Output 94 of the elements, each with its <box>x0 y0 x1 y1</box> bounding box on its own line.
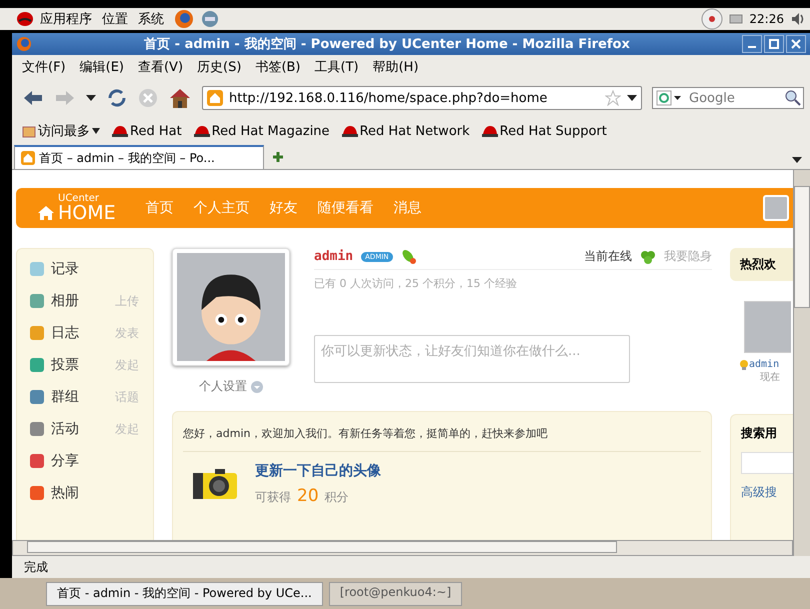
hat-icon[interactable] <box>16 11 34 27</box>
back-icon[interactable] <box>22 89 44 107</box>
panel-menu[interactable]: 系统 <box>138 10 164 28</box>
menu-item[interactable]: 查看(V) <box>138 58 184 76</box>
browser-tab[interactable]: 首页 – admin – 我的空间 – Po... <box>14 145 264 169</box>
leaf-icon <box>400 248 417 264</box>
reload-icon[interactable] <box>106 87 128 109</box>
hat-icon <box>482 124 498 138</box>
minimize-button[interactable] <box>742 35 762 53</box>
bookmark[interactable]: Red Hat Magazine <box>194 124 330 138</box>
user-search-field[interactable] <box>741 452 793 474</box>
app-icon[interactable] <box>29 325 45 341</box>
reward-label: 可获得 <box>255 489 291 506</box>
sidebar-link[interactable]: 相册 <box>51 292 109 310</box>
app-icon[interactable] <box>29 293 45 309</box>
maximize-icon <box>769 39 779 49</box>
status-field[interactable]: 你可以更新状态，让好友们知道你在做什么... <box>314 335 630 383</box>
taskbar-item[interactable]: [root@penkuo4:~] <box>328 582 462 606</box>
house-icon <box>38 206 54 220</box>
reward-unit: 积分 <box>324 489 349 506</box>
app-icon[interactable] <box>29 357 45 373</box>
dropdown-icon[interactable] <box>792 157 802 163</box>
sidebar-link[interactable]: 分享 <box>51 452 109 470</box>
close-button[interactable] <box>786 35 806 53</box>
settings-link[interactable]: 个人设置 <box>199 378 263 395</box>
user-link[interactable]: admin <box>749 359 780 370</box>
app-icon[interactable] <box>29 389 45 405</box>
menu-item[interactable]: 文件(F) <box>22 58 66 76</box>
caret-icon <box>92 128 100 134</box>
caret-icon <box>251 380 263 392</box>
sidebar-link[interactable]: 日志 <box>51 324 109 342</box>
home-icon[interactable] <box>168 87 192 109</box>
sidebar-link[interactable]: 记录 <box>51 260 109 278</box>
clover-icon <box>640 248 656 264</box>
status-text: 完成 <box>24 558 48 576</box>
search-engine-icon[interactable] <box>656 90 682 106</box>
clock[interactable]: 22:26 <box>749 12 784 26</box>
greeting-text: 您好，admin，欢迎加入我们。有新任务等着您，挺简单的，赶快来参加吧 <box>183 426 701 452</box>
panel-title: 搜索用 <box>741 425 778 442</box>
menu-item[interactable]: 书签(B) <box>255 58 300 76</box>
profile-stats: 已有 0 人次访问，25 个积分，15 个经验 <box>314 276 518 291</box>
panel-menu[interactable]: 位置 <box>102 10 128 28</box>
user-name[interactable]: admin <box>314 249 354 264</box>
taskbar-item[interactable]: 首页 - admin - 我的空间 - Powered by UCe... <box>46 582 323 606</box>
app-icon[interactable] <box>29 485 45 501</box>
horizontal-scrollbar[interactable] <box>12 540 793 556</box>
bookmark[interactable]: Red Hat <box>112 124 182 138</box>
sidebar-link[interactable]: 群组 <box>51 388 109 406</box>
menu-item[interactable]: 历史(S) <box>197 58 242 76</box>
disc-icon[interactable] <box>701 8 724 30</box>
sidebar-link[interactable]: 活动 <box>51 420 109 438</box>
avatar-thumbnail[interactable] <box>744 301 791 353</box>
sidebar-link[interactable]: 投票 <box>51 356 109 374</box>
task-link[interactable]: 更新一下自己的头像 <box>255 462 381 480</box>
star-icon[interactable] <box>605 90 621 106</box>
network-icon[interactable] <box>200 9 220 29</box>
online-status: 当前在线 <box>584 248 632 265</box>
menu-item[interactable]: 帮助(H) <box>372 58 419 76</box>
dropdown-icon[interactable] <box>627 95 637 101</box>
advanced-search-link[interactable]: 高级搜 <box>741 484 793 501</box>
search-icon[interactable] <box>785 90 801 106</box>
close-icon <box>791 39 801 49</box>
plus-icon[interactable] <box>272 151 284 163</box>
sidebar-link[interactable]: 热闹 <box>51 484 109 502</box>
dropdown-icon[interactable] <box>86 95 96 101</box>
home-icon <box>207 90 223 106</box>
app-icon[interactable] <box>29 453 45 469</box>
window-title: 首页 - admin - 我的空间 - Powered by UCenter Home - Mozilla Firefox <box>143 36 631 53</box>
globe-icon[interactable] <box>174 9 194 29</box>
speaker-icon[interactable] <box>790 11 806 27</box>
reward-value: 20 <box>297 486 319 506</box>
minimize-icon <box>748 46 756 48</box>
menu-item[interactable]: 工具(T) <box>314 58 359 76</box>
url-field[interactable]: http://192.168.0.116/home/space.php?do=home <box>202 86 642 110</box>
hat-icon <box>112 124 128 138</box>
bookmark[interactable]: Red Hat Network <box>342 124 470 138</box>
bookmark[interactable]: 访问最多 <box>22 122 100 140</box>
bulb-icon <box>740 360 748 370</box>
maximize-button[interactable] <box>764 35 784 53</box>
vertical-scrollbar[interactable] <box>793 170 810 556</box>
menu-item[interactable]: 编辑(E) <box>80 58 124 76</box>
globe-icon <box>16 36 32 52</box>
logo-subtitle: UCenter <box>57 194 100 204</box>
hat-icon <box>194 124 210 138</box>
home-icon <box>21 151 35 165</box>
app-icon[interactable] <box>29 421 45 437</box>
online-time: 现在 <box>760 371 780 384</box>
camera-icon <box>191 467 239 501</box>
drive-icon <box>729 14 744 24</box>
hat-icon <box>342 124 358 138</box>
folder-icon <box>22 124 36 138</box>
bookmark[interactable]: Red Hat Support <box>482 124 607 138</box>
panel-menu[interactable]: 应用程序 <box>40 10 92 28</box>
welcome-heading: 热烈欢 <box>730 248 793 281</box>
